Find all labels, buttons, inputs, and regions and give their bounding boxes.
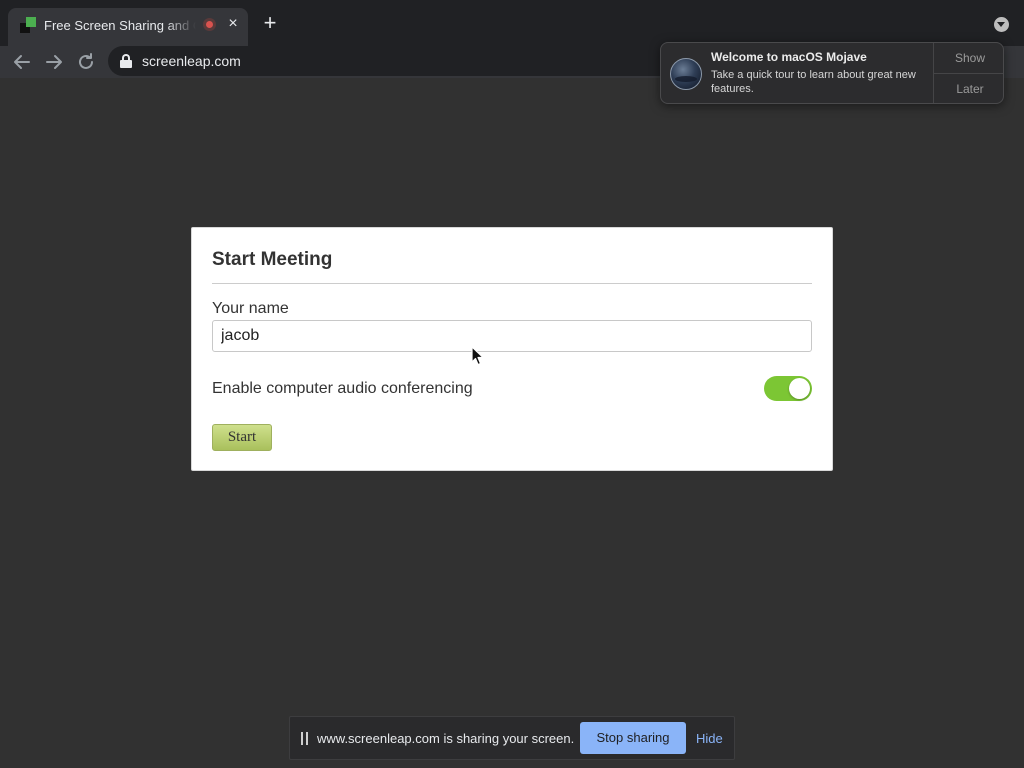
screen-sharing-bar: www.screenleap.com is sharing your scree… (289, 716, 735, 760)
tab-title: Free Screen Sharing and Online Meetings (44, 18, 196, 33)
drag-handle-icon[interactable] (301, 732, 309, 745)
mouse-cursor-icon (471, 346, 485, 366)
notification-later-button[interactable]: Later (934, 74, 1003, 103)
stop-sharing-button[interactable]: Stop sharing (580, 722, 686, 754)
name-input[interactable] (212, 320, 812, 352)
sharing-message: www.screenleap.com is sharing your scree… (317, 731, 575, 746)
start-meeting-dialog: Start Meeting Your name Enable computer … (191, 227, 833, 471)
toggle-knob (789, 378, 810, 399)
tab-bar: Free Screen Sharing and Online Meetings … (0, 0, 1024, 46)
notification-body: Take a quick tour to learn about great n… (711, 69, 916, 95)
hide-button[interactable]: Hide (696, 731, 723, 747)
tab-close-button[interactable]: × (224, 14, 242, 34)
screenleap-favicon-icon (20, 17, 36, 33)
tab-search-dropdown-icon[interactable] (994, 17, 1009, 32)
back-arrow-icon[interactable] (10, 50, 34, 74)
new-tab-button[interactable]: + (259, 12, 281, 36)
lock-icon[interactable] (120, 54, 132, 68)
reload-icon[interactable] (74, 50, 98, 74)
notification-actions: Show Later (933, 43, 1003, 103)
divider (212, 283, 812, 284)
name-label: Your name (212, 300, 289, 317)
browser-tab[interactable]: Free Screen Sharing and Online Meetings … (8, 8, 248, 46)
start-button[interactable]: Start (212, 424, 272, 451)
notification-show-button[interactable]: Show (934, 43, 1003, 74)
forward-arrow-icon[interactable] (42, 50, 66, 74)
dialog-title: Start Meeting (212, 249, 333, 270)
macos-mojave-icon (670, 58, 702, 90)
recording-icon (203, 18, 216, 31)
macos-notification[interactable]: Welcome to macOS Mojave Take a quick tou… (660, 42, 1004, 104)
audio-conferencing-label: Enable computer audio conferencing (212, 380, 473, 397)
address-bar[interactable]: screenleap.com (108, 46, 708, 76)
notification-title: Welcome to macOS Mojave (711, 50, 867, 64)
audio-conferencing-toggle[interactable] (764, 376, 812, 401)
url-text[interactable]: screenleap.com (142, 52, 241, 70)
